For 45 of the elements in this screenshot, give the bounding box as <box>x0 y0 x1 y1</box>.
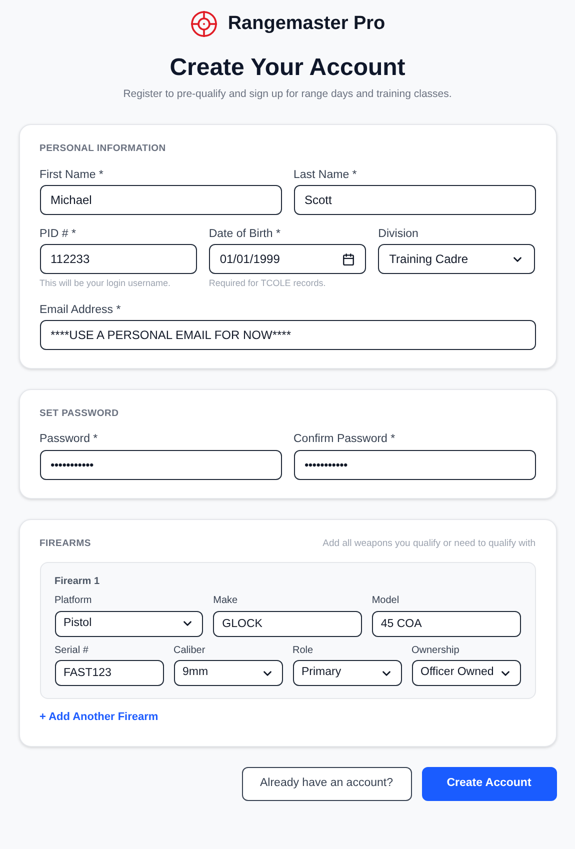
create-account-button[interactable]: Create Account <box>422 767 556 801</box>
brand-name: Rangemaster Pro <box>228 12 386 36</box>
field-label: Serial # <box>54 644 90 657</box>
field-label: Caliber <box>174 644 206 657</box>
field-hint: This will be your login username. <box>40 277 172 290</box>
input-field[interactable]: Michael <box>40 184 282 215</box>
field-label: Role <box>292 644 314 657</box>
field-label: Confirm Password * <box>294 432 396 447</box>
field-label: PID # * <box>40 226 77 242</box>
field-label: Platform <box>54 595 93 608</box>
password-field[interactable]: ••••••••••• <box>294 450 536 480</box>
password-field[interactable]: ••••••••••• <box>40 450 282 480</box>
section-title: PERSONAL INFORMATION <box>40 142 166 156</box>
field-label: Division <box>378 226 420 242</box>
field-label: Password * <box>40 432 99 447</box>
section-title: FIREARMS <box>40 536 92 551</box>
dropdown[interactable]: Primary <box>292 660 402 686</box>
page-subtitle: Register to pre-qualify and sign up for range days and training classes. <box>123 86 452 102</box>
input-field[interactable]: ****USE A PERSONAL EMAIL FOR NOW**** <box>40 320 536 350</box>
input-field[interactable]: 112233 <box>40 244 197 274</box>
input-field[interactable]: Scott <box>294 184 536 215</box>
field-label: Model <box>372 595 400 608</box>
crosshair-logo-icon <box>190 10 218 38</box>
input-field[interactable]: FAST123 <box>54 660 164 686</box>
field-label: Ownership <box>412 644 460 657</box>
dropdown[interactable]: Pistol <box>54 610 204 636</box>
field-label: First Name * <box>40 168 104 182</box>
field-hint: Required for TCOLE records. <box>208 277 327 290</box>
add-firearm-link[interactable]: + Add Another Firearm <box>40 709 158 726</box>
dropdown[interactable]: Officer Owned <box>412 660 520 686</box>
sign-in-button[interactable]: Already have an account? <box>242 767 412 801</box>
section-title: SET PASSWORD <box>40 407 119 422</box>
calendar-icon <box>342 252 356 266</box>
date-field[interactable]: 01/01/1999 <box>208 244 366 274</box>
dropdown[interactable]: 9mm <box>174 660 282 686</box>
field-label: Email Address * <box>40 302 122 318</box>
page-title: Create Your Account <box>170 52 406 82</box>
field-label: Date of Birth * <box>208 226 282 242</box>
dropdown[interactable]: Training Cadre <box>378 244 536 274</box>
section-note: Add all weapons you qualify or need to qualify with <box>322 536 536 551</box>
field-label: Make <box>213 595 239 608</box>
firearm-title: Firearm 1 <box>54 575 101 589</box>
input-field[interactable]: GLOCK <box>213 610 362 636</box>
input-field[interactable]: 45 COA <box>372 610 520 636</box>
field-label: Last Name * <box>294 168 358 182</box>
